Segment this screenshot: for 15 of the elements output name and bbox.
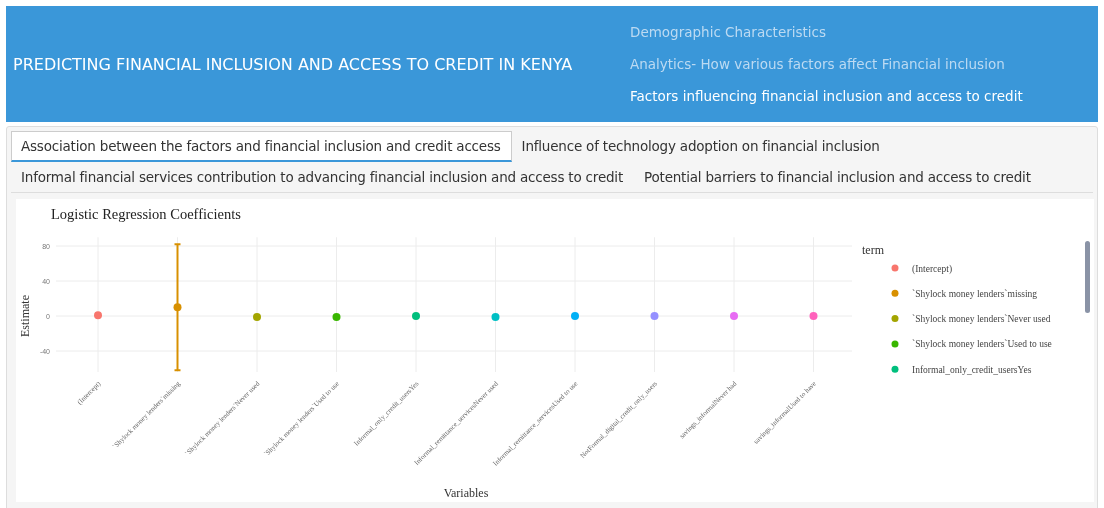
y-axis-label: Estimate <box>18 295 32 337</box>
tab[interactable]: Influence of technology adoption on financial inclusion <box>511 131 891 162</box>
tab[interactable]: Informal financial services contribution to advancing financial inclusion and access to credit <box>11 162 634 192</box>
tab[interactable]: Potential barriers to financial inclusion and access to credit <box>634 162 1042 192</box>
app-title: PREDICTING FINANCIAL INCLUSION AND ACCESS TO CREDIT IN KENYA <box>12 54 574 74</box>
legend-title: term <box>862 243 884 257</box>
tab[interactable]: Association between the factors and financial inclusion and credit access <box>11 131 512 162</box>
legend-label[interactable]: `Shylock money lenders`Never used <box>912 314 1051 325</box>
chart-title: Logistic Regression Coefficients <box>51 206 241 222</box>
scrollbar[interactable] <box>1085 241 1090 313</box>
x-axis-label: Variables <box>443 486 489 500</box>
legend-label[interactable]: `Shylock money lenders`Used to use <box>912 339 1052 350</box>
legend-label[interactable]: Informal_only_credit_usersYes <box>912 364 1032 375</box>
legend-label[interactable]: (Intercept) <box>912 263 953 274</box>
legend-label[interactable]: `Shylock money lenders`missing <box>912 288 1038 299</box>
